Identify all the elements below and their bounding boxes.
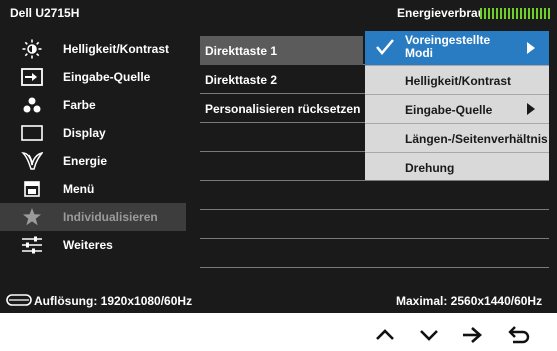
empty-row — [363, 181, 549, 210]
down-arrow-icon[interactable] — [417, 324, 441, 346]
sidebar-item-label: Farbe — [63, 98, 96, 112]
back-icon[interactable] — [507, 324, 531, 346]
dropdown-item-label: Eingabe-Quelle — [405, 103, 493, 117]
options-list: Direkttaste 1 Direkttaste 2 Personalisie… — [200, 36, 363, 268]
dropdown-item-input-source[interactable]: Eingabe-Quelle — [365, 95, 549, 124]
chevron-right-icon — [527, 103, 535, 115]
sidebar-item-label: Eingabe-Quelle — [63, 70, 151, 84]
up-arrow-icon[interactable] — [373, 324, 397, 346]
empty-row — [200, 123, 363, 152]
monitor-model: Dell U2715H — [10, 6, 80, 20]
empty-row — [363, 239, 549, 268]
sidebar-item-menu[interactable]: Menü — [0, 175, 186, 203]
empty-row — [200, 181, 363, 210]
dropdown-item-label: Längen-/Seitenverhältnis — [405, 132, 548, 146]
checkmark-icon — [375, 38, 395, 59]
sidebar: Helligkeit/Kontrast Eingabe-Quelle Farbe… — [0, 35, 186, 259]
sidebar-item-energy[interactable]: Energie — [0, 147, 186, 175]
status-bar: Auflösung: 1920x1080/60Hz Maximal: 2560x… — [0, 289, 557, 313]
star-icon — [21, 207, 43, 227]
sidebar-item-label: Energie — [63, 154, 108, 168]
energy-usage-meter — [480, 8, 550, 19]
sidebar-item-display[interactable]: Display — [0, 119, 186, 147]
sidebar-item-others[interactable]: Weiteres — [0, 231, 186, 259]
chevron-right-icon — [527, 42, 535, 54]
shortcut-options-dropdown: Voreingestellte Modi Helligkeit/Kontrast… — [365, 31, 549, 180]
dropdown-item-label: Voreingestellte Modi — [405, 33, 491, 60]
osd-menu: Dell U2715H Energieverbrauch Helligkeit/… — [0, 0, 557, 313]
empty-row — [200, 152, 363, 181]
top-bar: Dell U2715H Energieverbrauch — [0, 0, 557, 28]
option-reset-personalization[interactable]: Personalisieren rücksetzen — [200, 94, 363, 123]
option-label: Personalisieren rücksetzen — [205, 102, 361, 116]
monitor-resolution-icon — [6, 293, 32, 310]
sidebar-item-input-source[interactable]: Eingabe-Quelle — [0, 63, 186, 91]
option-label: Direkttaste 1 — [205, 44, 278, 58]
input-source-icon — [21, 67, 43, 87]
dropdown-item-aspect-ratio[interactable]: Längen-/Seitenverhältnis — [365, 124, 549, 153]
empty-row — [200, 210, 363, 239]
menu-icon — [21, 179, 43, 199]
energy-leaf-icon — [21, 151, 43, 171]
front-panel-buttons — [0, 322, 557, 349]
sidebar-item-label: Menü — [63, 182, 95, 196]
sidebar-item-label: Display — [63, 126, 106, 140]
sidebar-item-label: Weiteres — [63, 238, 113, 252]
sidebar-item-label: Helligkeit/Kontrast — [63, 42, 170, 56]
dropdown-item-rotation[interactable]: Drehung — [365, 153, 549, 180]
dropdown-item-brightness-contrast[interactable]: Helligkeit/Kontrast — [365, 66, 549, 95]
right-arrow-icon[interactable] — [460, 324, 484, 346]
max-resolution: Maximal: 2560x1440/60Hz — [396, 294, 543, 308]
dropdown-item-label: Helligkeit/Kontrast — [405, 74, 512, 88]
brightness-icon — [21, 39, 43, 59]
sidebar-item-label: Individualisieren — [63, 210, 158, 224]
option-shortcut-key-2[interactable]: Direkttaste 2 — [200, 65, 363, 94]
option-label: Direkttaste 2 — [205, 73, 278, 87]
color-dots-icon — [21, 95, 43, 115]
sidebar-item-color[interactable]: Farbe — [0, 91, 186, 119]
sidebar-item-brightness-contrast[interactable]: Helligkeit/Kontrast — [0, 35, 186, 63]
sidebar-item-personalize[interactable]: Individualisieren — [0, 203, 186, 231]
current-resolution: Auflösung: 1920x1080/60Hz — [34, 294, 193, 308]
display-icon — [21, 123, 43, 143]
option-shortcut-key-1[interactable]: Direkttaste 1 — [200, 36, 363, 65]
dropdown-item-preset-modes[interactable]: Voreingestellte Modi — [365, 31, 549, 66]
dropdown-item-label: Drehung — [405, 161, 455, 175]
empty-row — [363, 210, 549, 239]
sliders-icon — [21, 235, 43, 255]
empty-row — [200, 239, 363, 268]
